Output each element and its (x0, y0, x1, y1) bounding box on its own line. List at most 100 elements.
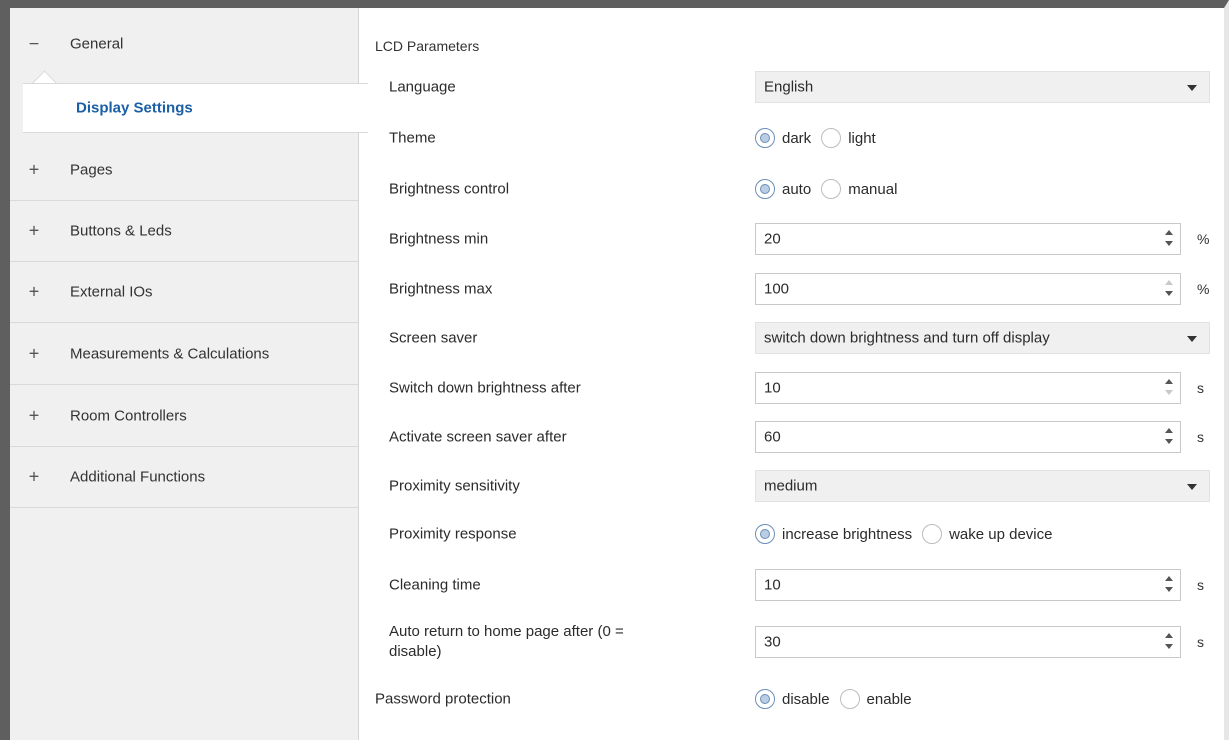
sidebar-item-measurements[interactable]: + Measurements & Calculations (10, 324, 358, 385)
unit-label: % (1197, 281, 1210, 297)
switch-down-row: Switch down brightness after 10 s (359, 368, 1224, 408)
sidebar-item-label: External IOs (70, 283, 153, 301)
language-value: English (764, 78, 814, 96)
password-radio-enable[interactable]: enable (839, 689, 912, 709)
chevron-down-icon (1187, 336, 1197, 342)
sidebar-item-label: Pages (70, 161, 113, 179)
sidebar-item-general[interactable]: − General (10, 13, 358, 75)
theme-radio-dark[interactable]: dark (755, 128, 811, 148)
radio-checked-icon[interactable] (755, 128, 775, 148)
input-value: 100 (764, 280, 790, 298)
auto-return-label: Auto return to home page after (0 = disa… (389, 623, 624, 660)
expand-icon[interactable]: + (27, 344, 41, 365)
brightness-max-label: Brightness max (389, 280, 493, 298)
theme-radio-light[interactable]: light (821, 128, 876, 148)
radio-label: auto (782, 180, 812, 198)
sidebar-item-pages[interactable]: + Pages (10, 140, 358, 201)
radio-unchecked-icon[interactable] (839, 689, 860, 709)
brightness-min-row: Brightness min 20 % (359, 219, 1224, 259)
spinner-arrows-icon[interactable] (1164, 575, 1174, 595)
radio-checked-icon[interactable] (755, 689, 775, 709)
switch-down-input[interactable]: 10 (755, 372, 1181, 404)
cleaning-time-row: Cleaning time 10 s (359, 565, 1224, 605)
brightness-min-label: Brightness min (389, 230, 489, 248)
unit-label: s (1197, 577, 1204, 593)
expand-icon[interactable]: + (27, 406, 41, 427)
cleaning-time-input[interactable]: 10 (755, 569, 1181, 601)
input-value: 60 (764, 428, 781, 446)
activate-saver-label: Activate screen saver after (389, 428, 567, 446)
proximity-radio-wake-up[interactable]: wake up device (922, 524, 1052, 544)
radio-unchecked-icon[interactable] (821, 128, 842, 148)
language-row: Language English (359, 67, 1224, 107)
sidebar-item-label: Additional Functions (70, 468, 206, 486)
sidebar-item-buttons-leds[interactable]: + Buttons & Leds (10, 201, 358, 262)
sidebar-item-room-controllers[interactable]: + Room Controllers (10, 386, 358, 447)
password-radio-disable[interactable]: disable (755, 689, 830, 709)
brightness-min-input[interactable]: 20 (755, 223, 1181, 255)
proximity-sensitivity-value: medium (764, 477, 818, 495)
cleaning-time-label: Cleaning time (389, 576, 481, 594)
password-protection-row: Password protection disable enable (359, 679, 1224, 719)
brightness-control-label: Brightness control (389, 180, 510, 198)
expand-icon[interactable]: + (27, 160, 41, 181)
sidebar-item-additional-functions[interactable]: + Additional Functions (10, 447, 358, 508)
theme-row: Theme dark light (359, 118, 1224, 158)
sidebar-item-label: General (70, 35, 124, 53)
unit-label: % (1197, 231, 1210, 247)
sidebar-item-label: Room Controllers (70, 407, 187, 425)
sidebar: − General Display Settings + Pages + But… (10, 8, 368, 740)
screen-saver-select[interactable]: switch down brightness and turn off disp… (755, 322, 1210, 354)
language-select[interactable]: English (755, 71, 1210, 103)
chevron-down-icon (1187, 484, 1197, 490)
sidebar-item-label: Buttons & Leds (70, 222, 172, 240)
expand-icon[interactable]: + (27, 467, 41, 488)
spinner-arrows-icon[interactable] (1164, 632, 1174, 652)
activate-saver-input[interactable]: 60 (755, 421, 1181, 453)
expand-icon[interactable]: + (27, 282, 41, 303)
sidebar-item-label: Display Settings (76, 99, 193, 117)
radio-label: manual (848, 180, 898, 198)
brightness-radio-auto[interactable]: auto (755, 179, 811, 199)
proximity-response-row: Proximity response increase brightness w… (359, 514, 1224, 554)
input-value: 10 (764, 379, 781, 397)
radio-unchecked-icon[interactable] (922, 524, 943, 544)
brightness-max-input[interactable]: 100 (755, 273, 1181, 305)
radio-label: increase brightness (782, 525, 913, 543)
auto-return-input[interactable]: 30 (755, 626, 1181, 658)
expand-icon[interactable]: + (27, 221, 41, 242)
unit-label: s (1197, 429, 1204, 445)
spinner-arrows-icon[interactable] (1164, 229, 1174, 249)
radio-label: dark (782, 129, 812, 147)
language-label: Language (389, 78, 456, 96)
radio-checked-icon[interactable] (755, 524, 775, 544)
sidebar-item-external-ios[interactable]: + External IOs (10, 262, 358, 323)
radio-label: disable (782, 690, 830, 708)
unit-label: s (1197, 380, 1204, 396)
spinner-arrows-icon[interactable] (1164, 279, 1174, 299)
radio-label: light (848, 129, 876, 147)
auto-return-row: Auto return to home page after (0 = disa… (359, 622, 1224, 662)
activate-saver-row: Activate screen saver after 60 s (359, 417, 1224, 457)
theme-label: Theme (389, 129, 436, 147)
proximity-response-radio-group: increase brightness wake up device (755, 524, 1062, 544)
radio-checked-icon[interactable] (755, 179, 775, 199)
proximity-sensitivity-row: Proximity sensitivity medium (359, 466, 1224, 506)
sidebar-item-display-settings[interactable]: Display Settings (23, 83, 368, 133)
input-value: 10 (764, 576, 781, 594)
proximity-sensitivity-select[interactable]: medium (755, 470, 1210, 502)
brightness-radio-manual[interactable]: manual (821, 179, 897, 199)
unit-label: s (1197, 634, 1204, 650)
radio-unchecked-icon[interactable] (821, 179, 842, 199)
spinner-arrows-icon[interactable] (1164, 378, 1174, 398)
chevron-down-icon (1187, 85, 1197, 91)
screen-saver-value: switch down brightness and turn off disp… (764, 329, 1050, 347)
spinner-arrows-icon[interactable] (1164, 427, 1174, 447)
brightness-control-radio-group: auto manual (755, 179, 907, 199)
parameters-panel: LCD Parameters Language English Theme da… (359, 8, 1224, 740)
switch-down-label: Switch down brightness after (389, 379, 581, 397)
proximity-radio-increase-brightness[interactable]: increase brightness (755, 524, 912, 544)
brightness-control-row: Brightness control auto manual (359, 169, 1224, 209)
collapse-icon[interactable]: − (27, 34, 41, 55)
screen-saver-label: Screen saver (389, 329, 478, 347)
